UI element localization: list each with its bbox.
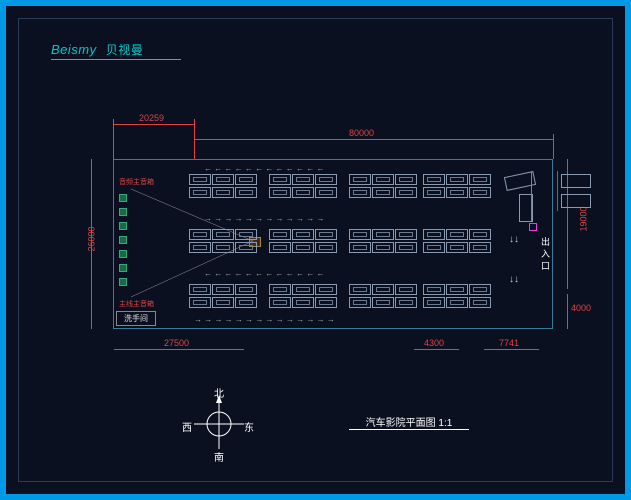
dim-right-lower: 4000 xyxy=(571,303,591,313)
parking-block xyxy=(269,174,337,198)
title-text: 汽车影院平面图 1:1 xyxy=(366,418,453,429)
dim-bottom-mid: 4300 xyxy=(424,338,444,348)
flow-arrows: → → → → → → → → → → → → xyxy=(204,214,324,223)
dim-line xyxy=(414,349,459,350)
washroom-label: 洗手间 xyxy=(124,313,148,324)
entrance-label: 出入口 xyxy=(539,237,552,273)
dim-top-left: 20259 xyxy=(139,113,164,123)
compass-n: 北 xyxy=(214,385,224,400)
compass-s: 南 xyxy=(214,449,224,464)
compass-e: 东 xyxy=(244,419,254,434)
parking-block xyxy=(423,174,491,198)
dim-bottom-left: 27500 xyxy=(164,338,189,348)
parking-block xyxy=(349,174,417,198)
dim-line xyxy=(114,124,194,125)
dim-tick xyxy=(194,119,195,159)
flow-arrow-down: ↓↓ xyxy=(509,274,519,285)
cad-canvas: Beismy 贝视曼 20259 80000 26000 27500 4300 … xyxy=(18,18,613,482)
compass-w: 西 xyxy=(182,419,192,434)
parking-block xyxy=(349,229,417,253)
fence xyxy=(557,171,558,211)
parking-block xyxy=(423,229,491,253)
gate-base xyxy=(529,223,537,231)
flow-arrows: ← ← ← ← ← ← ← ← ← ← ← ← xyxy=(204,164,324,173)
logo-underline xyxy=(51,59,181,60)
flow-arrow-down: ↓↓ xyxy=(509,234,519,245)
parking-block xyxy=(189,174,257,198)
parking-block xyxy=(349,284,417,308)
flow-arrows: → → → → → → → → → → → → → → xyxy=(194,315,335,324)
dim-line xyxy=(567,294,568,329)
dim-right-upper: 19000 xyxy=(579,206,589,231)
dim-tick xyxy=(113,119,114,159)
dim-top-span: 80000 xyxy=(349,128,374,138)
dim-line xyxy=(194,139,554,140)
vehicle-outside xyxy=(561,174,591,188)
logo-zh: 贝视曼 xyxy=(106,43,144,57)
flow-arrows: ← ← ← ← ← ← ← ← ← ← ← ← xyxy=(204,269,324,278)
dim-tick xyxy=(553,134,554,159)
dim-left: 26000 xyxy=(87,226,97,251)
washroom: 洗手间 xyxy=(116,311,156,326)
dim-line xyxy=(484,349,539,350)
parking-block xyxy=(269,284,337,308)
app-frame: Beismy 贝视曼 20259 80000 26000 27500 4300 … xyxy=(0,0,631,500)
parking-block xyxy=(269,229,337,253)
dim-line xyxy=(114,349,244,350)
parking-block xyxy=(189,284,257,308)
gate-barrier xyxy=(531,171,532,221)
compass-rose: 北 南 东 西 xyxy=(184,389,254,459)
vehicle-outside xyxy=(561,194,591,208)
logo-text: Beismy xyxy=(51,42,97,57)
brand-logo: Beismy 贝视曼 xyxy=(51,41,143,58)
dim-bottom-right: 7741 xyxy=(499,338,519,348)
drawing-title: 汽车影院平面图 1:1 xyxy=(349,414,469,430)
parking-block xyxy=(423,284,491,308)
parking-block xyxy=(189,229,257,253)
